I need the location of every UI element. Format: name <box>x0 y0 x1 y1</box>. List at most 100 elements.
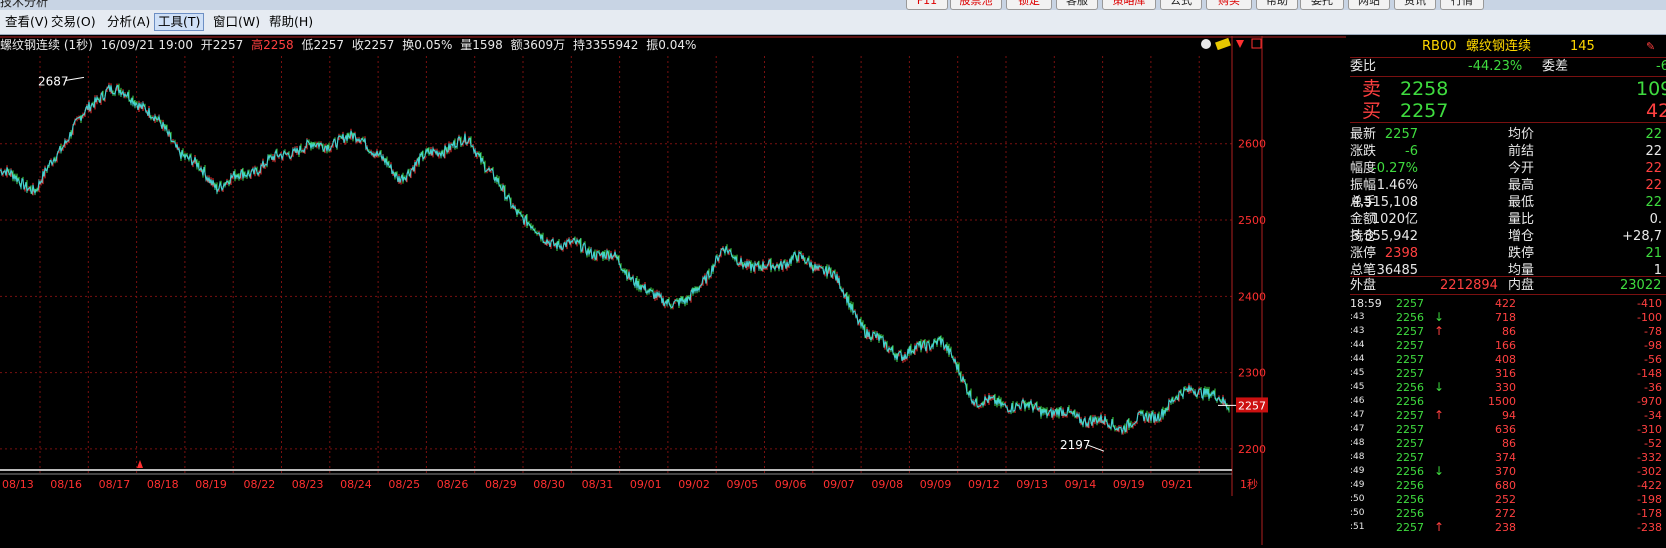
menu-item-2[interactable]: 分析(A) <box>104 14 153 30</box>
tick-change: -148 <box>1637 367 1662 380</box>
menu-item-0[interactable]: 查看(V) <box>2 14 51 30</box>
toolbar-button-2[interactable]: 锁定 <box>1006 0 1052 10</box>
tick-row: 18:59 2257 422 -410 <box>1350 297 1666 311</box>
stat-value-2: 0. <box>1649 212 1662 227</box>
stat-row: 涨停 2398 跌停 21 <box>1350 245 1666 262</box>
stat-label: 最新 <box>1350 127 1377 142</box>
tick-time: :44 <box>1350 340 1365 350</box>
tick-row: :43 2256 ↓ 718 -100 <box>1350 310 1666 325</box>
tick-change: -34 <box>1644 409 1662 422</box>
tick-time: :51 <box>1350 522 1365 532</box>
x-tick-label: 09/19 <box>1113 478 1145 491</box>
stat-label-2: 跌停 <box>1508 246 1535 261</box>
tick-time: :49 <box>1350 466 1365 476</box>
period-label: 1秒 <box>1240 477 1258 491</box>
stat-row: 金额 1020亿 量比 0. <box>1350 211 1666 228</box>
stat-value-2: 22 <box>1645 127 1662 142</box>
ruler-icon[interactable] <box>1215 37 1231 51</box>
tick-volume: 1500 <box>1488 395 1516 408</box>
tick-time: :49 <box>1350 480 1365 490</box>
last-price-tag: 2257 <box>1238 399 1266 412</box>
toolbar-button-4[interactable]: 策略库 <box>1102 0 1156 10</box>
tick-change: -36 <box>1644 381 1662 394</box>
info-close: 收2257 <box>351 38 395 52</box>
tick-price: 2257 <box>1396 409 1424 422</box>
x-tick-label: 08/31 <box>582 478 614 491</box>
stat-value: 2257 <box>1384 127 1418 142</box>
tick-volume: 718 <box>1495 311 1516 324</box>
stat-value: 3,355,942 <box>1351 229 1418 244</box>
x-tick-label: 08/30 <box>533 478 565 491</box>
stat-label-2: 前结 <box>1508 144 1535 159</box>
toolbar-button-10[interactable]: 资讯 <box>1394 0 1436 10</box>
tick-time: :44 <box>1350 354 1365 364</box>
toolbar-button-7[interactable]: 帮助 <box>1256 0 1298 10</box>
webi-row: 委比 -44.23% 委差 -6 <box>1350 58 1666 75</box>
menu-item-5[interactable]: 帮助(H) <box>266 14 316 30</box>
arrow-down-icon: ↓ <box>1434 310 1445 324</box>
tick-row: :49 2256 ↓ 370 -302 <box>1350 464 1666 479</box>
stat-row: 持仓 3,355,942 增仓 +28,7 <box>1350 228 1666 245</box>
outer-inner-row: 外盘 2212894 内盘 23022 <box>1350 277 1666 294</box>
stat-label-2: 均价 <box>1508 127 1535 142</box>
stat-value-2: 22 <box>1645 178 1662 193</box>
clock-icon[interactable] <box>1201 39 1211 49</box>
tick-change: -302 <box>1637 465 1662 478</box>
menu-item-3[interactable]: 工具(T) <box>154 13 205 31</box>
tick-row: :45 2256 ↓ 330 -36 <box>1350 380 1666 395</box>
buy-price: 2257 <box>1400 100 1449 122</box>
title-bar: 技术分析 F11 股票池 锁定 客服 策略库 公式 购买 帮助 委托 网站 资讯 行情 <box>0 0 1666 10</box>
tick-time: :45 <box>1350 368 1365 378</box>
tick-volume: 86 <box>1502 437 1516 450</box>
chart-area[interactable]: 08/13 08/16 08/17 08/18 08/19 08/22 08/23 08/24… <box>0 36 1346 545</box>
tick-change: -310 <box>1637 423 1662 436</box>
app-title: 技术分析 <box>0 0 49 9</box>
stat-value: 1020亿 <box>1371 212 1418 227</box>
tick-time: 18:59 <box>1350 297 1382 310</box>
stat-label: 振幅 <box>1350 178 1377 193</box>
info-datetime: 16/09/21 19:00 <box>100 38 193 52</box>
toolbar-button-11[interactable]: 行情 <box>1440 0 1484 10</box>
tick-price: 2257 <box>1396 325 1424 338</box>
lock-icon[interactable]: ✎ <box>1646 38 1655 55</box>
toolbar-button-5[interactable]: 公式 <box>1160 0 1202 10</box>
x-tick-label: 09/05 <box>727 478 759 491</box>
tick-row: :50 2256 272 -178 <box>1350 507 1666 521</box>
quote-info-bar: 螺纹钢连续 (1秒) 16/09/21 19:00 开2257 高2258 低2… <box>0 38 700 52</box>
tick-row: :45 2257 316 -148 <box>1350 367 1666 381</box>
menu-item-1[interactable]: 交易(O) <box>48 14 99 30</box>
tick-time: :47 <box>1350 424 1365 434</box>
toolbar-button-6[interactable]: 购买 <box>1206 0 1252 10</box>
square-icon[interactable] <box>1251 38 1262 49</box>
toolbar-button-0[interactable]: F11 <box>906 0 948 10</box>
x-tick-label: 09/08 <box>871 478 903 491</box>
tick-price: 2256 <box>1396 493 1424 506</box>
tick-price: 2256 <box>1396 479 1424 492</box>
tick-price: 2257 <box>1396 367 1424 380</box>
toolbar-button-1[interactable]: 股票池 <box>950 0 1002 10</box>
down-arrow-icon[interactable] <box>1236 40 1244 48</box>
tick-price: 2257 <box>1396 437 1424 450</box>
x-tick-label: 09/06 <box>775 478 807 491</box>
sell-row: 卖 2258 109 <box>1350 78 1666 100</box>
outer-value: 2212894 <box>1440 278 1498 293</box>
sell-volume: 109 <box>1636 78 1666 100</box>
tick-price: 2257 <box>1396 353 1424 366</box>
panel-name: 螺纹钢连续 <box>1466 39 1532 54</box>
tick-price: 2256 <box>1396 395 1424 408</box>
tick-volume: 408 <box>1495 353 1516 366</box>
toolbar-button-3[interactable]: 客服 <box>1056 0 1098 10</box>
toolbar-button-8[interactable]: 委托 <box>1300 0 1344 10</box>
x-tick-label: 08/26 <box>437 478 469 491</box>
price-chart[interactable]: 08/13 08/16 08/17 08/18 08/19 08/22 08/23 08/24… <box>0 36 1346 545</box>
x-tick-label: 08/24 <box>340 478 372 491</box>
tick-price: 2257 <box>1396 339 1424 352</box>
info-volume: 量1598 <box>460 38 503 52</box>
tick-volume: 272 <box>1495 507 1516 520</box>
tick-change: -56 <box>1644 353 1662 366</box>
tick-change: -78 <box>1644 325 1662 338</box>
tick-price: 2257 <box>1396 521 1424 534</box>
toolbar-button-9[interactable]: 网站 <box>1348 0 1390 10</box>
menu-item-4[interactable]: 窗口(W) <box>210 14 263 30</box>
tick-row: :50 2256 252 -198 <box>1350 493 1666 507</box>
